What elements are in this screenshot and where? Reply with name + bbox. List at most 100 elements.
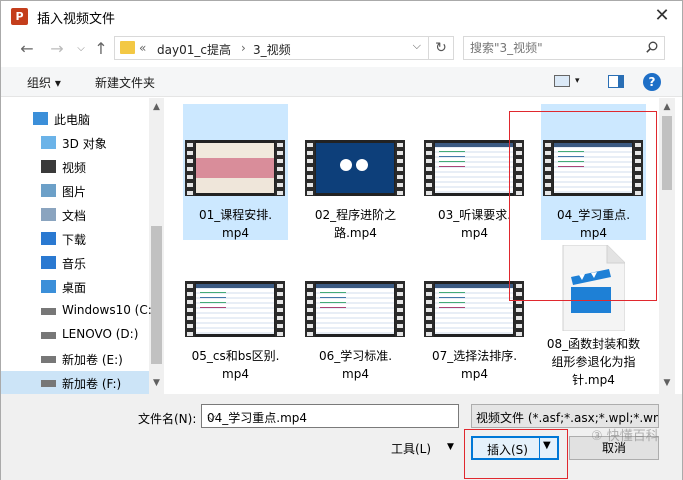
file-name-line: 08_函数封装和数 [546,337,641,351]
recent-locations-dropdown[interactable]: ⌵ [71,39,91,59]
back-button[interactable]: ← [17,39,37,59]
video-thumbnail [185,281,285,337]
scroll-down-icon[interactable]: ▼ [149,376,164,390]
scroll-down-icon[interactable]: ▼ [659,376,675,390]
nav-item[interactable]: 文档 [1,203,149,227]
pictures-icon [41,184,56,197]
split-divider [539,438,540,458]
nav-item-label: 桌面 [62,281,87,295]
file-name: 08_函数封装和数 组形参退化为指 针.mp4 [541,335,646,389]
desktop-icon [41,280,56,293]
nav-item-label: 新加卷 (E:) [62,353,123,367]
search-icon [646,41,658,53]
file-name-line: 路.mp4 [334,226,377,240]
file-name-line: mp4 [222,226,249,240]
nav-item[interactable]: 音乐 [1,251,149,275]
video-thumbnail [543,140,643,196]
drive-icon [41,356,56,363]
new-folder-button[interactable]: 新建文件夹 [95,74,155,91]
folder-icon [120,41,135,54]
file-name: 05_cs和bs区别. mp4 [183,347,288,383]
nav-item[interactable]: 新加卷 (E:) [1,347,149,371]
file-name-line: 04_学习重点. [556,208,631,222]
insert-button[interactable]: 插入(S) ▼ [471,436,559,460]
file-item[interactable]: 04_学习重点. mp4 [541,104,646,240]
file-name-line: mp4 [461,367,488,381]
insert-options-dropdown-icon[interactable]: ▼ [543,440,551,451]
file-item[interactable]: 07_选择法排序. mp4 [422,245,527,381]
file-type-value[interactable]: 视频文件 (*.asf;*.asx;*.wpl;*.wm [476,409,658,426]
nav-item-label: 下载 [62,233,87,247]
nav-item[interactable]: 此电脑 [1,107,149,131]
insert-label[interactable]: 插入(S) [487,441,528,458]
nav-item[interactable]: LENOVO (D:) [1,323,149,347]
preview-pane-icon[interactable] [608,75,624,88]
window-title: 插入视频文件 [37,12,116,27]
video-thumbnail [305,281,405,337]
breadcrumb-separator-icon[interactable]: › [241,41,246,55]
organize-menu[interactable]: 组织 ▾ [27,74,61,91]
video-thumbnail [305,140,405,196]
search-input[interactable] [470,40,640,56]
documents-icon [41,208,56,221]
address-bar[interactable]: « day01_c提高 › 3_视频 ⌵ [114,36,454,60]
breadcrumb-overflow-icon[interactable]: « [139,41,146,55]
help-icon[interactable]: ? [643,73,661,91]
music-icon [41,256,56,269]
video-folder-icon [41,160,56,173]
drive-icon [41,332,56,339]
file-item[interactable]: 03_听课要求. mp4 [422,104,527,240]
command-bar: 组织 ▾ 新建文件夹 ▾ ? [1,67,682,97]
navigation-pane: ▲ ▼ 此电脑 3D 对象视频图片文档下载音乐桌面 Windows10 (C: LEN… [1,98,164,394]
breadcrumb-item[interactable]: 3_视频 [253,41,291,58]
file-name-line: mp4 [342,367,369,381]
nav-scrollbar-thumb[interactable] [151,226,162,364]
search-box[interactable] [463,36,665,60]
file-item[interactable]: 08_函数封装和数 组形参退化为指 针.mp4 [541,244,646,387]
view-dropdown-icon[interactable]: ▾ [575,76,580,86]
watermark: ③ 快懂百科 [591,429,659,444]
change-view-icon[interactable] [554,75,570,87]
up-button[interactable]: ↑ [91,39,111,59]
nav-item[interactable]: 视频 [1,155,149,179]
nav-item-label: 图片 [62,185,87,199]
file-name-line: 组形参退化为指 [551,355,636,369]
nav-item[interactable]: 新加卷 (F:) [1,371,149,394]
file-item[interactable]: 05_cs和bs区别. mp4 [183,245,288,381]
title-bar: P 插入视频文件 ✕ [1,1,682,31]
file-name-line: mp4 [222,367,249,381]
tools-dropdown-icon[interactable]: ▼ [447,442,454,452]
forward-button[interactable]: → [47,39,67,59]
nav-item-label: LENOVO (D:) [62,327,139,341]
file-scrollbar-thumb[interactable] [662,116,672,190]
filename-field[interactable]: 04_学习重点.mp4 ⌵ [201,404,459,428]
file-list-scrollbar[interactable]: ▲ ▼ [659,98,675,394]
address-dropdown-icon[interactable]: ⌵ [413,39,421,53]
nav-item[interactable]: Windows10 (C: [1,299,152,323]
close-button[interactable]: ✕ [642,1,682,31]
scroll-up-icon[interactable]: ▲ [149,100,164,114]
nav-item[interactable]: 桌面 [1,275,149,299]
nav-item[interactable]: 图片 [1,179,149,203]
nav-item[interactable]: 下载 [1,227,149,251]
refresh-button[interactable]: ↻ [428,36,454,60]
breadcrumb-item[interactable]: day01_c提高 [157,41,231,58]
nav-scrollbar[interactable]: ▲ ▼ [149,98,164,394]
file-item[interactable]: 02_程序进阶之 路.mp4 [303,104,408,240]
download-icon [41,232,56,245]
file-item[interactable]: 06_学习标准. mp4 [303,245,408,381]
file-item[interactable]: 01_课程安排. mp4 [183,104,288,240]
nav-item[interactable]: 3D 对象 [1,131,149,155]
file-name-line: mp4 [461,226,488,240]
file-name-line: 05_cs和bs区别. [191,349,280,363]
file-name-line: 03_听课要求. [437,208,512,222]
scroll-up-icon[interactable]: ▲ [659,100,675,114]
tools-menu[interactable]: 工具(L) [391,440,431,457]
nav-item-label: 此电脑 [54,113,91,127]
nav-item-label: 视频 [62,161,87,175]
file-name-line: 01_课程安排. [198,208,273,222]
computer-icon [33,112,48,125]
nav-item-label: Windows10 (C: [62,303,152,317]
video-thumbnail [185,140,285,196]
chevron-down-icon[interactable]: ⌵ [207,409,454,424]
